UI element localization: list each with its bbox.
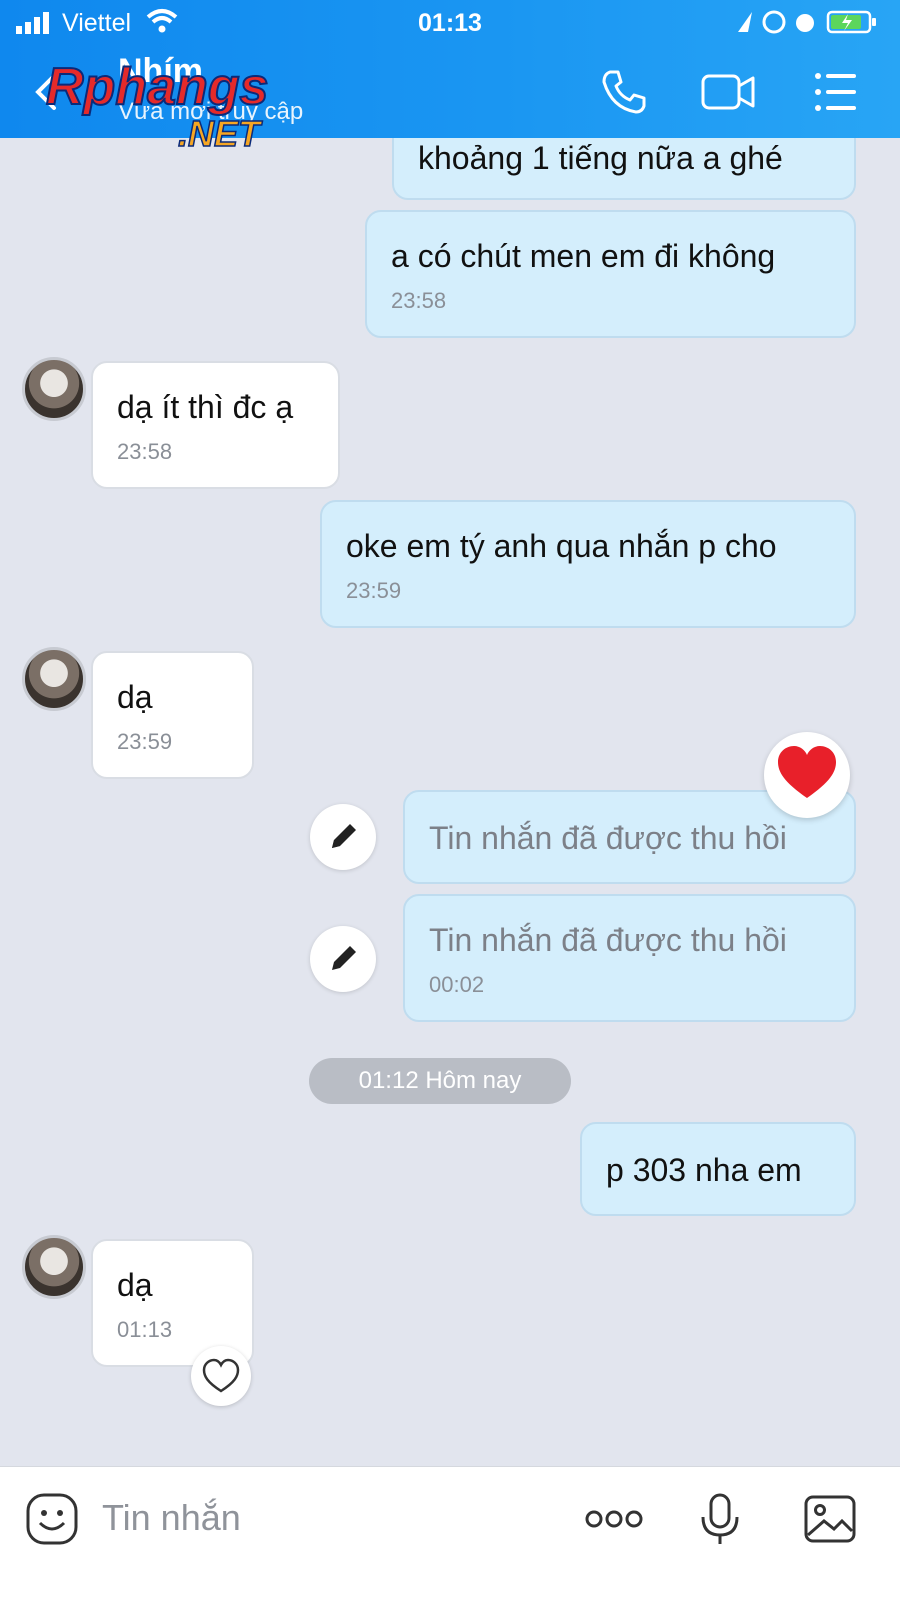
message-time: 01:13 xyxy=(117,1317,173,1342)
edit-button[interactable] xyxy=(310,926,376,992)
pencil-icon xyxy=(332,946,356,970)
rotation-lock-icon xyxy=(762,10,786,34)
message-input[interactable]: Tin nhắn xyxy=(102,1497,241,1539)
message-bubble[interactable]: a có chút men em đi không 23:58 xyxy=(365,210,856,338)
menu-button[interactable] xyxy=(810,66,862,118)
message-bubble[interactable]: oke em tý anh qua nhắn p cho 23:59 xyxy=(320,500,856,628)
heart-outline-icon xyxy=(202,1358,240,1393)
message-text: dạ xyxy=(117,1267,153,1303)
chat-header: Viettel 01:13 Nhím Vừa mới truy cập Rpha… xyxy=(0,0,900,155)
svg-text:.NET: .NET xyxy=(178,113,263,154)
status-bar: Viettel 01:13 xyxy=(0,0,900,44)
heart-icon xyxy=(778,746,836,798)
message-time: 23:58 xyxy=(117,439,173,464)
heart-reaction[interactable] xyxy=(764,732,850,818)
message-text: Tin nhắn đã được thu hồi xyxy=(429,922,787,958)
watermark-logo: Rphangs .NET xyxy=(45,57,269,155)
message-text: a có chút men em đi không xyxy=(391,238,776,274)
message-bubble[interactable]: dạ 23:59 xyxy=(91,651,254,779)
image-button[interactable] xyxy=(802,1491,858,1547)
pencil-icon xyxy=(332,824,356,848)
message-bubble[interactable]: p 303 nha em xyxy=(580,1122,856,1216)
voice-call-button[interactable] xyxy=(598,66,650,118)
video-call-button[interactable] xyxy=(700,66,756,118)
more-options-button[interactable] xyxy=(584,1491,644,1547)
svg-text:Rphangs: Rphangs xyxy=(46,58,268,116)
message-time: 23:58 xyxy=(391,288,447,313)
react-button[interactable] xyxy=(191,1346,251,1406)
edit-button[interactable] xyxy=(310,804,376,870)
contact-avatar[interactable] xyxy=(22,1235,86,1299)
date-divider: 01:12 Hôm nay xyxy=(309,1058,571,1104)
message-text: khoảng 1 tiếng nữa a ghé xyxy=(418,140,783,176)
message-time: 00:02 xyxy=(429,972,485,997)
recalled-message[interactable]: Tin nhắn đã được thu hồi 00:02 xyxy=(403,894,856,1022)
message-text: dạ ít thì đc ạ xyxy=(117,389,294,425)
alarm-icon xyxy=(796,14,814,32)
message-time: 23:59 xyxy=(346,578,402,603)
message-composer: Tin nhắn xyxy=(0,1466,900,1601)
message-text: p 303 nha em xyxy=(606,1152,802,1188)
location-icon xyxy=(738,12,752,32)
message-text: dạ xyxy=(117,679,153,715)
microphone-button[interactable] xyxy=(692,1491,748,1547)
emoji-button[interactable] xyxy=(24,1491,80,1547)
message-text: oke em tý anh qua nhắn p cho xyxy=(346,528,777,564)
message-text: Tin nhắn đã được thu hồi xyxy=(429,820,787,856)
contact-avatar[interactable] xyxy=(22,647,86,711)
status-icons xyxy=(738,10,876,34)
message-bubble[interactable]: dạ ít thì đc ạ 23:58 xyxy=(91,361,340,489)
contact-avatar[interactable] xyxy=(22,357,86,421)
message-time: 23:59 xyxy=(117,729,173,754)
